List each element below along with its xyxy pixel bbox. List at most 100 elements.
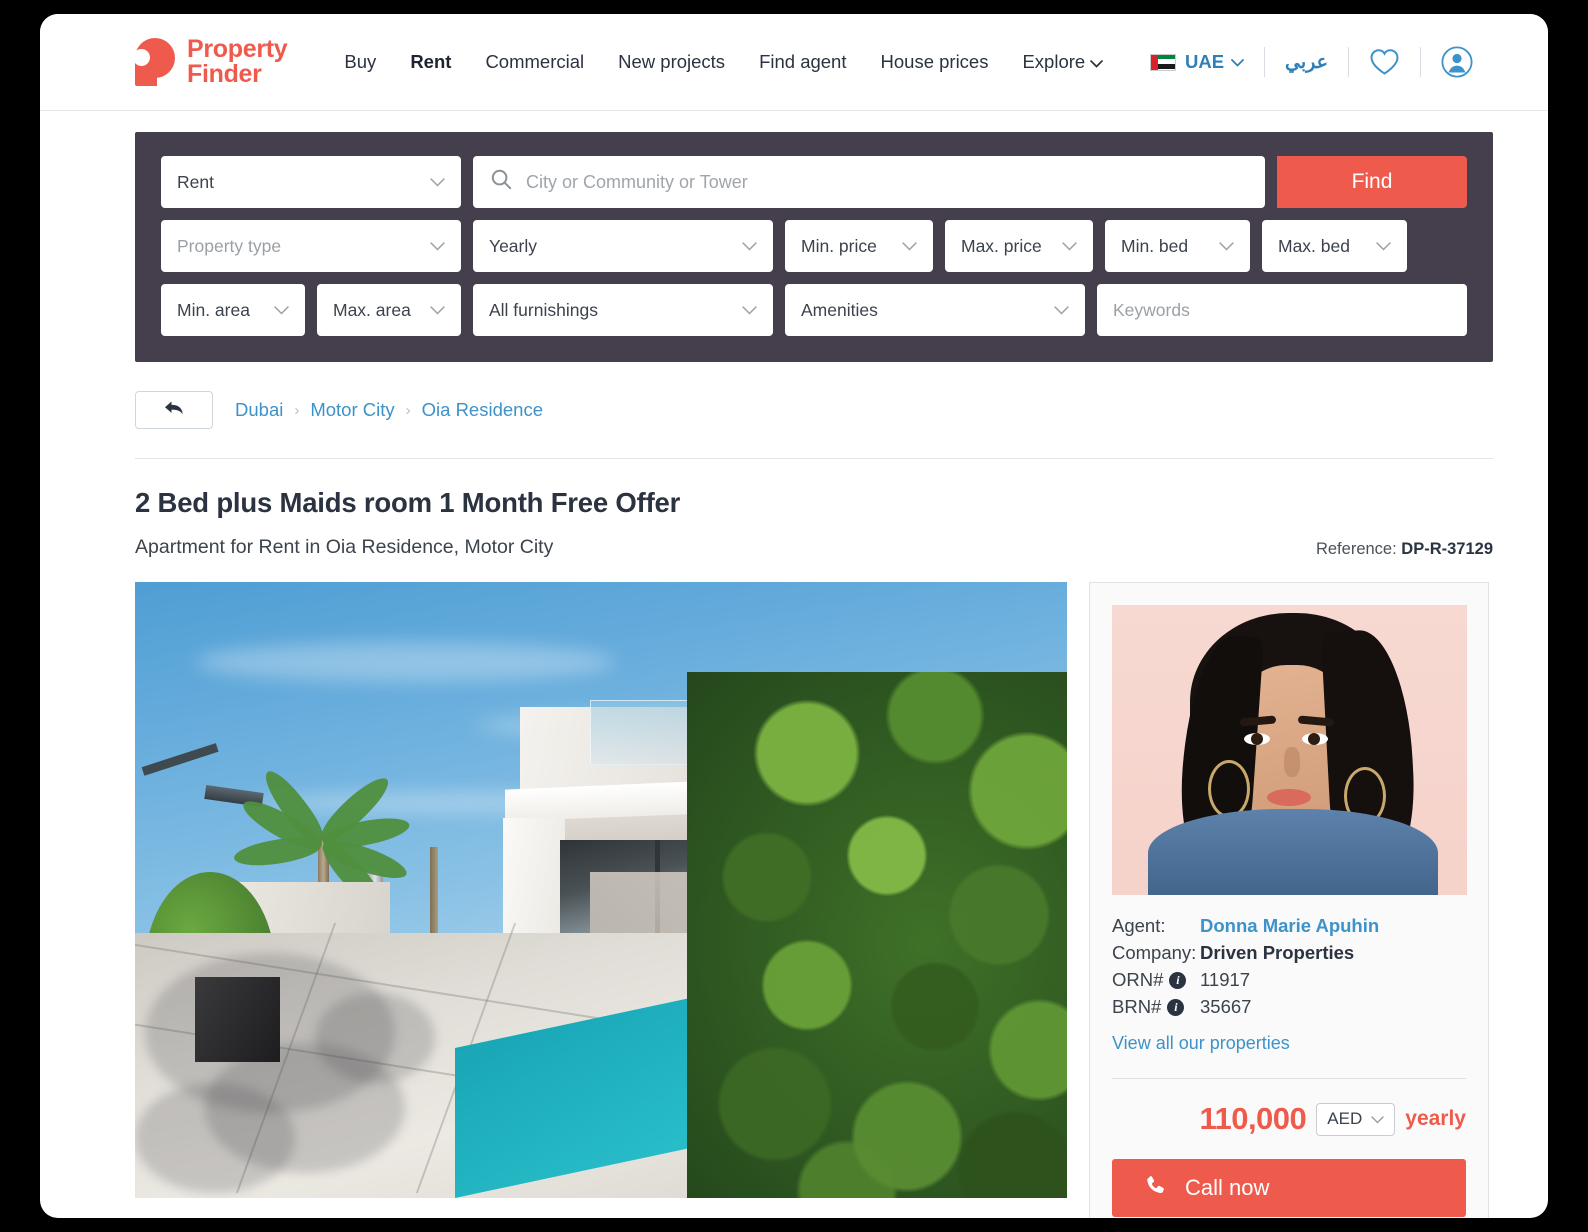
nav-item-explore[interactable]: Explore bbox=[1022, 51, 1104, 73]
info-icon[interactable]: i bbox=[1167, 998, 1185, 1016]
back-arrow-icon bbox=[162, 398, 187, 423]
breadcrumb-item-oia-residence[interactable]: Oia Residence bbox=[422, 399, 543, 421]
orn-label: ORN# bbox=[1112, 969, 1164, 990]
site-header: Property Finder Buy Rent Commercial New … bbox=[40, 14, 1548, 111]
chevron-down-icon bbox=[742, 303, 757, 318]
agent-orn-row: ORN# i 11917 bbox=[1112, 969, 1466, 991]
language-label: عربي bbox=[1285, 51, 1328, 73]
property-type-select[interactable]: Property type bbox=[161, 220, 461, 272]
chevron-down-icon bbox=[430, 303, 445, 318]
amenities-select[interactable]: Amenities bbox=[785, 284, 1085, 336]
nav-item-rent[interactable]: Rent bbox=[410, 51, 451, 73]
property-type-value: Property type bbox=[177, 235, 282, 256]
agent-details: Agent: Donna Marie Apuhin Company: Drive… bbox=[1112, 915, 1466, 1054]
company-name: Driven Properties bbox=[1200, 942, 1355, 963]
agent-name-row: Agent: Donna Marie Apuhin bbox=[1112, 915, 1466, 937]
listing-subheader: Apartment for Rent in Oia Residence, Mot… bbox=[135, 536, 1493, 559]
min-area-select[interactable]: Min. area bbox=[161, 284, 305, 336]
view-all-properties-link[interactable]: View all our properties bbox=[1112, 1033, 1290, 1054]
logo-line-1: Property bbox=[187, 35, 288, 63]
min-price-select[interactable]: Min. price bbox=[785, 220, 933, 272]
foreground-foliage bbox=[687, 672, 1067, 1198]
nav-item-find-agent[interactable]: Find agent bbox=[759, 51, 846, 73]
company-label: Company: bbox=[1112, 942, 1197, 963]
site-logo[interactable]: Property Finder bbox=[133, 35, 288, 87]
max-price-select[interactable]: Max. price bbox=[945, 220, 1093, 272]
keywords-input[interactable]: Keywords bbox=[1097, 284, 1467, 336]
find-button[interactable]: Find bbox=[1277, 156, 1467, 208]
account-button[interactable] bbox=[1421, 46, 1493, 78]
chevron-down-icon bbox=[274, 303, 289, 318]
filter-row-3: Min. area Max. area All furnishings Amen… bbox=[161, 284, 1467, 336]
min-bed-select[interactable]: Min. bed bbox=[1105, 220, 1250, 272]
furnishings-select[interactable]: All furnishings bbox=[473, 284, 773, 336]
rent-frequency-value: Yearly bbox=[489, 235, 537, 256]
property-photo[interactable] bbox=[135, 582, 1067, 1198]
currency-select[interactable]: AED bbox=[1316, 1102, 1396, 1136]
heart-icon bbox=[1369, 48, 1400, 76]
chevron-down-icon bbox=[1371, 1112, 1385, 1127]
listing-header: 2 Bed plus Maids room 1 Month Free Offer… bbox=[135, 487, 1493, 559]
nav-item-buy[interactable]: Buy bbox=[344, 51, 376, 73]
user-account-icon bbox=[1441, 46, 1473, 78]
nav-item-house-prices[interactable]: House prices bbox=[881, 51, 989, 73]
nav-item-commercial[interactable]: Commercial bbox=[485, 51, 584, 73]
price-block: 110,000 AED yearly bbox=[1112, 1078, 1466, 1137]
nav-item-new-projects[interactable]: New projects bbox=[618, 51, 725, 73]
chevron-down-icon bbox=[1376, 239, 1391, 254]
search-filter-panel: Rent City or Community or Tower Find Pro… bbox=[135, 132, 1493, 362]
max-area-select[interactable]: Max. area bbox=[317, 284, 461, 336]
breadcrumb-item-dubai[interactable]: Dubai bbox=[235, 399, 283, 421]
country-label: UAE bbox=[1184, 51, 1225, 72]
breadcrumb-item-motor-city[interactable]: Motor City bbox=[310, 399, 394, 421]
orn-label-group: ORN# i bbox=[1112, 969, 1200, 991]
planter-box bbox=[195, 977, 280, 1062]
keywords-placeholder: Keywords bbox=[1113, 299, 1190, 320]
language-switcher[interactable]: عربي bbox=[1265, 51, 1348, 74]
back-button[interactable] bbox=[135, 391, 213, 429]
breadcrumb-separator: › bbox=[405, 401, 411, 419]
call-now-button[interactable]: Call now bbox=[1112, 1159, 1466, 1217]
chevron-down-icon bbox=[902, 239, 917, 254]
agent-name-link[interactable]: Donna Marie Apuhin bbox=[1200, 915, 1379, 937]
country-selector[interactable]: UAE bbox=[1130, 51, 1264, 73]
info-icon[interactable]: i bbox=[1169, 971, 1187, 989]
agent-card: Agent: Donna Marie Apuhin Company: Drive… bbox=[1089, 582, 1489, 1218]
rent-frequency-select[interactable]: Yearly bbox=[473, 220, 773, 272]
price-amount: 110,000 bbox=[1199, 1101, 1307, 1136]
max-bed-value: Max. bed bbox=[1278, 235, 1350, 256]
cloud bbox=[195, 642, 615, 682]
filter-row-2: Property type Yearly Min. price Max. pri… bbox=[161, 220, 1467, 272]
chevron-down-icon bbox=[1054, 303, 1069, 318]
nav-item-explore-label: Explore bbox=[1022, 51, 1086, 72]
listing-reference: Reference: DP-R-37129 bbox=[1316, 540, 1493, 559]
agent-photo bbox=[1112, 605, 1467, 895]
min-area-value: Min. area bbox=[177, 299, 250, 320]
chevron-down-icon bbox=[1062, 239, 1077, 254]
property-finder-logo-icon bbox=[133, 38, 177, 86]
header-right-controls: UAE عربي bbox=[1130, 46, 1493, 78]
max-bed-select[interactable]: Max. bed bbox=[1262, 220, 1407, 272]
purpose-select[interactable]: Rent bbox=[161, 156, 461, 208]
brn-label: BRN# bbox=[1112, 996, 1162, 1017]
location-placeholder: City or Community or Tower bbox=[526, 171, 748, 192]
filter-row-1: Rent City or Community or Tower Find bbox=[161, 156, 1467, 208]
call-now-label: Call now bbox=[1185, 1175, 1270, 1200]
furnishings-value: All furnishings bbox=[489, 299, 598, 320]
agent-company-row: Company: Driven Properties bbox=[1112, 942, 1466, 964]
location-search-input[interactable]: City or Community or Tower bbox=[473, 156, 1265, 208]
max-area-value: Max. area bbox=[333, 299, 411, 320]
phone-icon bbox=[1144, 1174, 1167, 1203]
chevron-down-icon bbox=[1231, 54, 1244, 70]
breadcrumb-trail: Dubai › Motor City › Oia Residence bbox=[235, 399, 543, 421]
brn-label-group: BRN# i bbox=[1112, 996, 1200, 1018]
purpose-value: Rent bbox=[177, 171, 214, 192]
chevron-down-icon bbox=[742, 239, 757, 254]
agent-label: Agent: bbox=[1112, 915, 1166, 936]
min-price-value: Min. price bbox=[801, 235, 877, 256]
favorites-button[interactable] bbox=[1349, 48, 1420, 76]
reference-value: DP-R-37129 bbox=[1401, 540, 1493, 558]
orn-value: 11917 bbox=[1200, 969, 1251, 990]
main-navigation: Buy Rent Commercial New projects Find ag… bbox=[344, 51, 1104, 73]
max-price-value: Max. price bbox=[961, 235, 1042, 256]
